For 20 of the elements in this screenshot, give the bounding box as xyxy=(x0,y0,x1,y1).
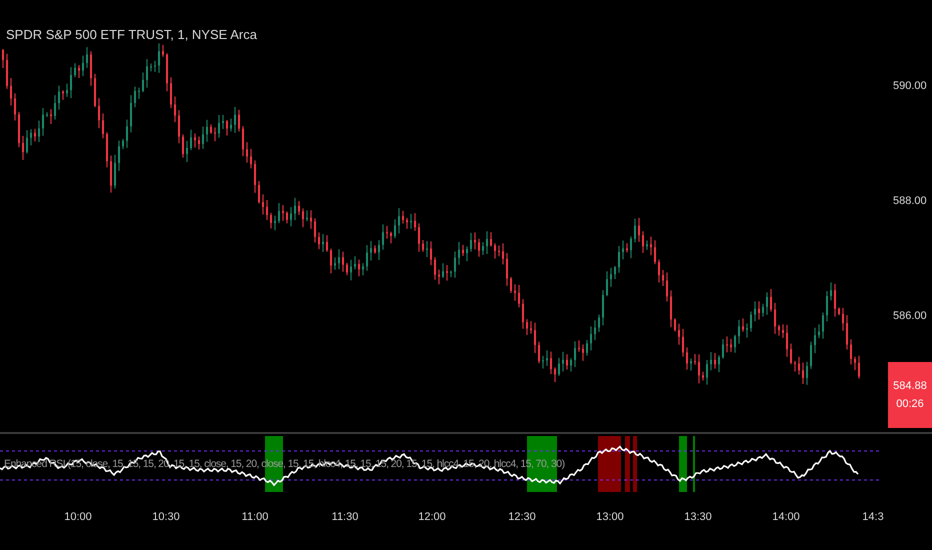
chart-title: SPDR S&P 500 ETF TRUST, 1, NYSE Arca xyxy=(6,27,257,42)
time-axis-label: 12:00 xyxy=(418,511,446,523)
overbought-band xyxy=(598,436,621,492)
price-axis-label: 590.00 xyxy=(893,80,927,92)
oversold-band xyxy=(679,436,687,492)
time-axis-label: 12:30 xyxy=(508,511,536,523)
price-axis-label: 588.00 xyxy=(893,195,927,207)
overbought-band xyxy=(625,436,630,492)
time-axis-label: 14:00 xyxy=(772,511,800,523)
time-axis-label: 11:00 xyxy=(242,511,268,523)
overbought-band xyxy=(633,436,637,492)
time-axis-label: 10:00 xyxy=(64,511,92,523)
time-axis-label: 10:30 xyxy=(152,511,180,523)
time-axis-label: 13:30 xyxy=(684,511,712,523)
time-axis-label: 13:00 xyxy=(596,511,624,523)
price-axis-label: 586.00 xyxy=(893,310,927,322)
bar-countdown: 00:26 xyxy=(896,398,924,410)
time-axis-label: 14:3 xyxy=(862,511,884,523)
time-axis-label: 11:30 xyxy=(332,511,358,523)
last-price: 584.88 xyxy=(893,380,927,392)
